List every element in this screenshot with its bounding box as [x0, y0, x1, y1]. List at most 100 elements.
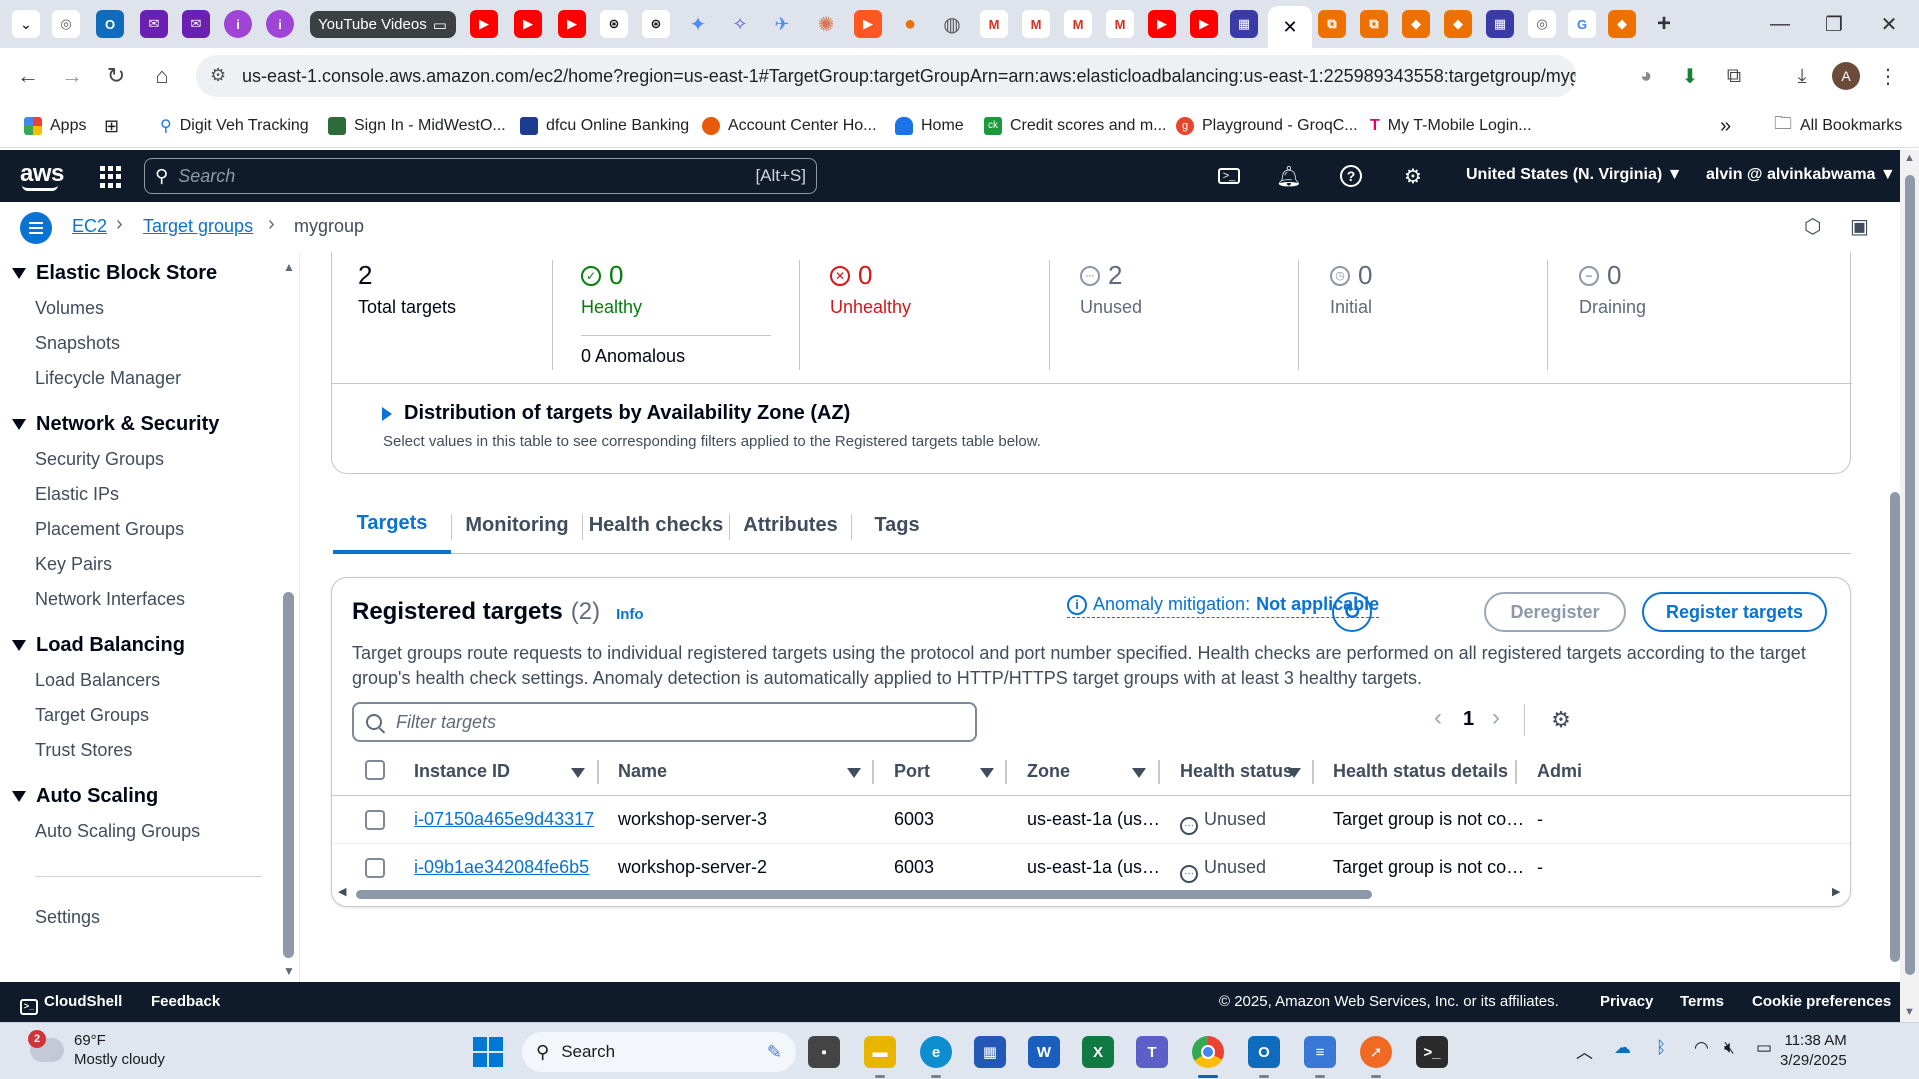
tab-icon-bird[interactable]: ✈ — [768, 10, 796, 38]
sidebar-item-placement-groups[interactable]: Placement Groups — [35, 519, 184, 540]
battery-icon[interactable]: ▭ — [1756, 1038, 1772, 1058]
cloudshell-link[interactable]: >_ CloudShell — [20, 993, 122, 1015]
tab-icon-blue-square-2[interactable]: ▦ — [1486, 10, 1514, 38]
url-field[interactable]: ⚙ us-east-1.console.aws.amazon.com/ec2/h… — [196, 55, 1576, 97]
sidebar-section-network-security[interactable]: Network & Security — [12, 413, 219, 436]
instance-id-link[interactable]: i-07150a465e9d43317 — [414, 809, 594, 830]
privacy-link[interactable]: Privacy — [1600, 993, 1653, 1010]
new-tab-icon[interactable]: + — [1650, 10, 1678, 38]
chatgpt-tab-icon[interactable]: ◎ — [52, 10, 80, 38]
scroll-up-icon[interactable]: ▲ — [1904, 152, 1915, 164]
sidebar-section-load-balancing[interactable]: Load Balancing — [12, 634, 185, 657]
distribution-expander[interactable]: Distribution of targets by Availability … — [382, 402, 850, 425]
download-extension-icon[interactable]: ⬇ — [1676, 62, 1704, 90]
table-row[interactable]: i-09b1ae342084fe6b5 workshop-server-2 60… — [332, 844, 1850, 892]
postman-icon[interactable]: ➚ — [1360, 1036, 1392, 1068]
window-close-icon[interactable]: ✕ — [1866, 8, 1912, 40]
gmail-tab-icon-4[interactable]: M — [1106, 10, 1134, 38]
bookmark-groq[interactable]: g Playground - GroqC... — [1176, 114, 1358, 138]
bookmark-apps[interactable]: Apps — [24, 114, 86, 138]
globe-tab-icon[interactable]: ◍ — [938, 10, 966, 38]
services-grid-icon[interactable] — [100, 166, 122, 188]
claude-tab-icon[interactable]: ✺ — [812, 10, 840, 38]
tab-targets[interactable]: Targets — [333, 496, 451, 554]
tab-monitoring[interactable]: Monitoring — [452, 496, 582, 554]
bookmark-tmobile[interactable]: T My T-Mobile Login... — [1370, 114, 1532, 138]
chatgpt-tab-icon-2[interactable]: ◎ — [1528, 10, 1556, 38]
bookmark-star-icon[interactable]: ☆ — [1570, 63, 1576, 89]
tab-groups-icon[interactable]: ⊞ — [104, 114, 119, 138]
instance-id-link[interactable]: i-09b1ae342084fe6b5 — [414, 857, 589, 878]
teams-icon[interactable]: T — [1136, 1036, 1168, 1068]
table-horizontal-scrollbar[interactable]: ◀ ▶ — [338, 885, 1843, 900]
google-tab-icon[interactable]: G — [1568, 10, 1596, 38]
register-targets-button[interactable]: Register targets — [1642, 592, 1827, 632]
show-hidden-icons-icon[interactable]: ︿ — [1576, 1038, 1593, 1063]
gmail-tab-icon-2[interactable]: M — [1022, 10, 1050, 38]
sidebar-item-auto-scaling-groups[interactable]: Auto Scaling Groups — [35, 821, 200, 842]
filter-targets-input[interactable]: Filter targets — [352, 702, 977, 742]
aws-tab-icon-2[interactable]: ⧉ — [1360, 10, 1388, 38]
bluetooth-icon[interactable]: ᛒ — [1656, 1038, 1666, 1058]
page-scrollbar-thumb[interactable] — [1905, 175, 1915, 975]
wifi-icon[interactable]: ◠ — [1694, 1038, 1709, 1058]
outlook-tab-icon[interactable]: O — [96, 10, 124, 38]
close-icon[interactable]: ✕ — [1282, 17, 1297, 38]
sidebar-item-settings[interactable]: Settings — [35, 907, 100, 928]
sort-caret-icon[interactable] — [1132, 768, 1146, 778]
row-checkbox[interactable] — [365, 810, 385, 830]
deregister-button[interactable]: Deregister — [1484, 592, 1626, 632]
bookmark-account-center[interactable]: Account Center Ho... — [702, 114, 877, 138]
sidebar-item-lifecycle-manager[interactable]: Lifecycle Manager — [35, 368, 181, 389]
bookmark-midwest[interactable]: Sign In - MidWestO... — [328, 114, 506, 138]
notepad-icon[interactable]: ≡ — [1304, 1036, 1336, 1068]
sidebar-item-key-pairs[interactable]: Key Pairs — [35, 554, 112, 575]
aws-tab-icon-5[interactable]: ◆ — [1608, 10, 1636, 38]
yahoo-mail-tab-icon-2[interactable]: ✉ — [182, 10, 210, 38]
select-all-checkbox[interactable] — [365, 760, 385, 780]
store-icon[interactable]: ▦ — [974, 1036, 1006, 1068]
all-bookmarks[interactable]: 🗀 All Bookmarks — [1774, 113, 1902, 138]
openai-tab-icon-2[interactable]: ⊛ — [642, 10, 670, 38]
row-checkbox[interactable] — [365, 858, 385, 878]
back-icon[interactable]: ← — [12, 60, 44, 92]
scroll-left-icon[interactable]: ◀ — [338, 885, 346, 898]
onedrive-icon[interactable]: ☁ — [1614, 1038, 1631, 1058]
gmail-tab-icon-3[interactable]: M — [1064, 10, 1092, 38]
region-selector[interactable]: United States (N. Virginia) ▼ — [1466, 166, 1682, 184]
tab-icon-blue-square[interactable]: ▦ — [1230, 10, 1258, 38]
profile-avatar[interactable]: A — [1832, 62, 1860, 90]
sidebar-section-ebs[interactable]: Elastic Block Store — [12, 262, 217, 285]
col-zone[interactable]: Zone — [1027, 761, 1070, 782]
chrome-icon[interactable] — [1192, 1036, 1224, 1068]
sidebar-item-network-interfaces[interactable]: Network Interfaces — [35, 589, 185, 610]
maximize-icon[interactable]: ❐ — [1811, 8, 1857, 40]
refresh-icon[interactable]: ↻ — [1332, 592, 1372, 632]
bookmarks-overflow-icon[interactable]: » — [1720, 114, 1731, 138]
youtube-tab-icon-4[interactable]: ▶ — [1148, 10, 1176, 38]
sidebar-item-security-groups[interactable]: Security Groups — [35, 449, 164, 470]
browser-menu-icon[interactable]: ⋮ — [1874, 62, 1902, 90]
col-instance-id[interactable]: Instance ID — [414, 761, 510, 782]
bookmark-digit-veh[interactable]: ⚲ Digit Veh Tracking — [160, 114, 309, 138]
scrollbar-thumb[interactable] — [356, 890, 1372, 899]
edge-icon[interactable]: e — [920, 1036, 952, 1068]
youtube-tab-icon-2[interactable]: ▶ — [514, 10, 542, 38]
sort-caret-icon[interactable] — [1287, 768, 1301, 778]
aws-logo[interactable]: aws — [20, 160, 64, 188]
task-view-icon[interactable]: ▪ — [808, 1036, 840, 1068]
bookmark-dfcu[interactable]: dfcu Online Banking — [520, 114, 689, 138]
tab-tags[interactable]: Tags — [852, 496, 942, 554]
display-icon[interactable]: ▣ — [1850, 214, 1869, 239]
sidebar-item-load-balancers[interactable]: Load Balancers — [35, 670, 160, 691]
sort-caret-icon[interactable] — [980, 768, 994, 778]
aws-search-input[interactable]: ⚲ Search [Alt+S] — [144, 158, 817, 194]
terminal-icon[interactable]: >_ — [1416, 1036, 1448, 1068]
sidebar-scrollbar[interactable] — [283, 592, 294, 958]
minimize-icon[interactable]: — — [1757, 8, 1803, 40]
breadcrumb-ec2[interactable]: EC2 — [72, 216, 107, 237]
terms-link[interactable]: Terms — [1680, 993, 1724, 1010]
extension-icon[interactable]: ◕ — [1632, 62, 1660, 90]
volume-muted-icon[interactable]: 🔇︎ — [1724, 1038, 1735, 1058]
forward-icon[interactable]: → — [56, 60, 88, 92]
